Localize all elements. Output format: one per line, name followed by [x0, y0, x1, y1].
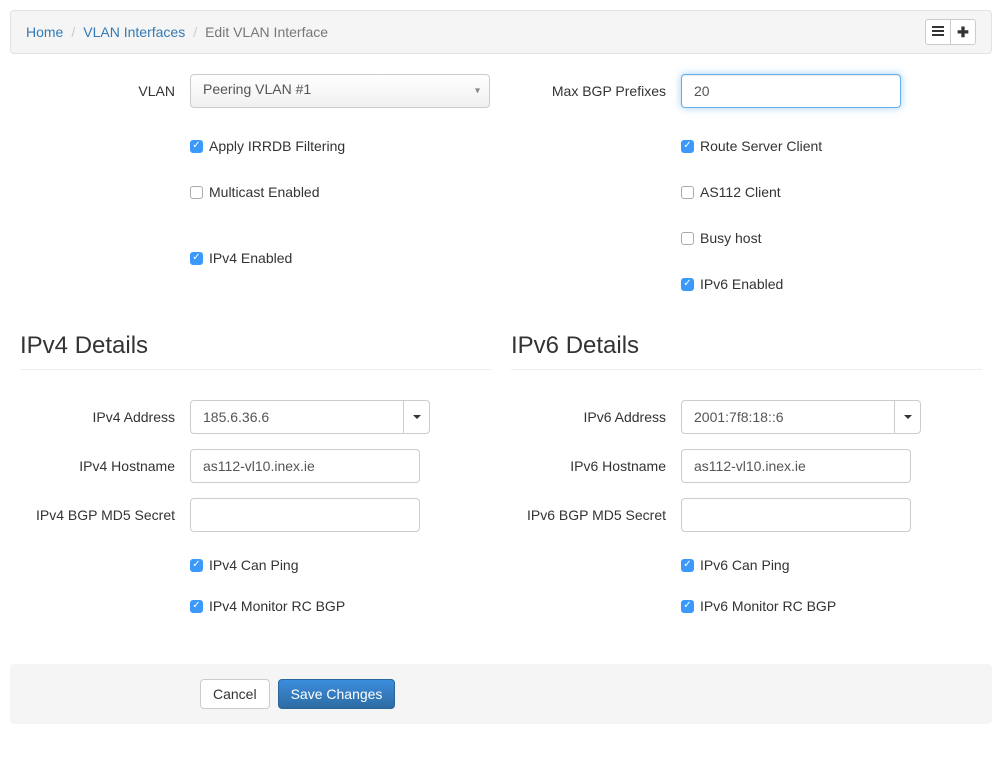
breadcrumb: Home / VLAN Interfaces / Edit VLAN Inter… [26, 24, 328, 40]
add-button[interactable]: ✚ [950, 19, 976, 45]
ipv4-enabled-checkbox[interactable] [190, 252, 203, 265]
as112-checkbox[interactable] [681, 186, 694, 199]
ipv4-address-input[interactable] [190, 400, 403, 434]
footer-actions: Cancel Save Changes [10, 664, 992, 724]
ipv6-hostname-input[interactable] [681, 449, 911, 483]
ipv6-md5-label: IPv6 BGP MD5 Secret [511, 507, 681, 523]
ipv6-ping-checkbox[interactable] [681, 559, 694, 572]
breadcrumb-home[interactable]: Home [26, 24, 63, 40]
cancel-button[interactable]: Cancel [200, 679, 270, 709]
breadcrumb-vlan-interfaces[interactable]: VLAN Interfaces [83, 24, 185, 40]
route-server-checkbox[interactable] [681, 140, 694, 153]
ipv6-address-label: IPv6 Address [511, 409, 681, 425]
ipv6-address-dropdown[interactable] [894, 400, 921, 434]
vlan-select[interactable]: Peering VLAN #1 [190, 74, 490, 108]
busy-host-checkbox[interactable] [681, 232, 694, 245]
list-icon [932, 24, 944, 40]
ipv4-md5-label: IPv4 BGP MD5 Secret [20, 507, 190, 523]
irrdb-label: Apply IRRDB Filtering [209, 138, 345, 154]
ipv6-details-header: IPv6 Details [511, 332, 982, 370]
breadcrumb-separator: / [71, 24, 75, 40]
breadcrumb-separator: / [193, 24, 197, 40]
ipv4-hostname-label: IPv4 Hostname [20, 458, 190, 474]
list-button[interactable] [925, 19, 951, 45]
ipv4-monitor-checkbox[interactable] [190, 600, 203, 613]
ipv4-ping-checkbox[interactable] [190, 559, 203, 572]
irrdb-checkbox[interactable] [190, 140, 203, 153]
ipv4-address-dropdown[interactable] [403, 400, 430, 434]
caret-down-icon [904, 415, 912, 419]
breadcrumb-actions: ✚ [925, 19, 976, 45]
ipv6-address-input[interactable] [681, 400, 894, 434]
route-server-label: Route Server Client [700, 138, 822, 154]
max-bgp-label: Max BGP Prefixes [511, 83, 681, 99]
plus-icon: ✚ [957, 24, 969, 41]
ipv6-hostname-label: IPv6 Hostname [511, 458, 681, 474]
max-bgp-input[interactable] [681, 74, 901, 108]
vlan-label: VLAN [20, 83, 190, 99]
form-area: VLAN Peering VLAN #1 Apply IRRDB Filteri… [0, 64, 1002, 654]
caret-down-icon [413, 415, 421, 419]
ipv6-enabled-label: IPv6 Enabled [700, 276, 783, 292]
ipv4-ping-label: IPv4 Can Ping [209, 557, 299, 573]
busy-host-label: Busy host [700, 230, 761, 246]
ipv4-monitor-label: IPv4 Monitor RC BGP [209, 598, 345, 614]
multicast-label: Multicast Enabled [209, 184, 320, 200]
ipv6-monitor-checkbox[interactable] [681, 600, 694, 613]
ipv6-monitor-label: IPv6 Monitor RC BGP [700, 598, 836, 614]
multicast-checkbox[interactable] [190, 186, 203, 199]
ipv4-details-header: IPv4 Details [20, 332, 491, 370]
save-button[interactable]: Save Changes [278, 679, 396, 709]
ipv6-ping-label: IPv6 Can Ping [700, 557, 790, 573]
ipv6-enabled-checkbox[interactable] [681, 278, 694, 291]
as112-label: AS112 Client [700, 184, 781, 200]
ipv6-md5-input[interactable] [681, 498, 911, 532]
ipv4-hostname-input[interactable] [190, 449, 420, 483]
ipv4-address-label: IPv4 Address [20, 409, 190, 425]
ipv4-md5-input[interactable] [190, 498, 420, 532]
ipv4-enabled-label: IPv4 Enabled [209, 250, 292, 266]
breadcrumb-bar: Home / VLAN Interfaces / Edit VLAN Inter… [10, 10, 992, 54]
breadcrumb-current: Edit VLAN Interface [205, 24, 328, 40]
